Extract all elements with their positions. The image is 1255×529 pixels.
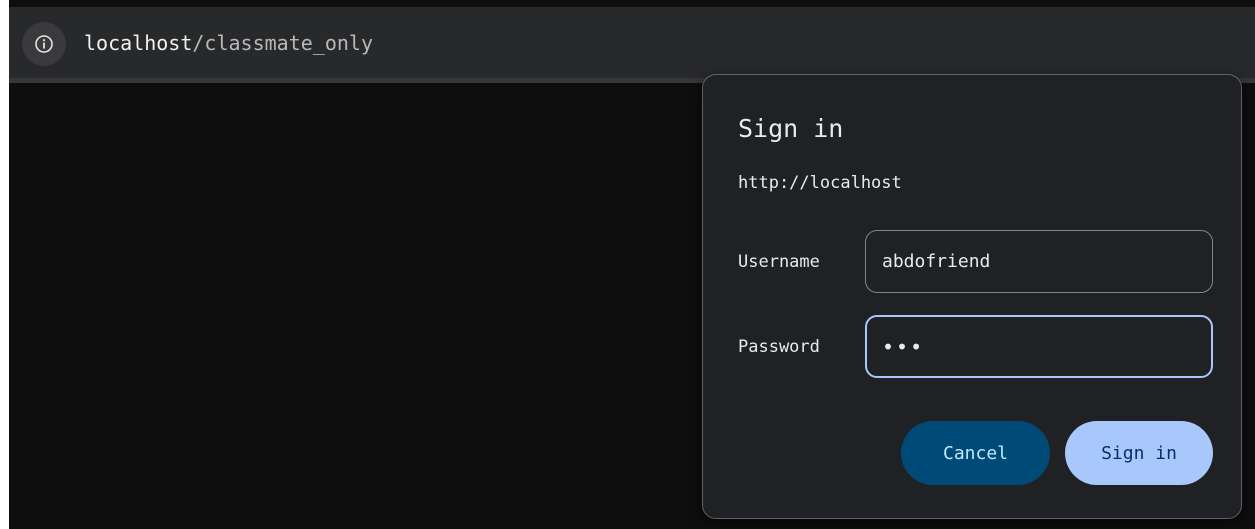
dialog-origin: http://localhost xyxy=(738,173,902,193)
url-host: localhost xyxy=(84,31,193,55)
window-edge xyxy=(0,0,9,529)
password-value: ••• xyxy=(882,334,925,359)
password-label: Password xyxy=(738,337,820,357)
dialog-title: Sign in xyxy=(738,114,844,143)
password-field[interactable]: ••• xyxy=(865,315,1213,378)
username-field[interactable]: abdofriend xyxy=(865,230,1213,293)
url-path: /classmate_only xyxy=(192,31,373,55)
username-value: abdofriend xyxy=(882,251,991,272)
sign-in-button[interactable]: Sign in xyxy=(1065,421,1213,485)
browser-window: localhost/classmate_only Sign in http://… xyxy=(0,0,1255,529)
url-text[interactable]: localhost/classmate_only xyxy=(84,30,373,56)
sign-in-dialog: Sign in http://localhost Username abdofr… xyxy=(702,74,1242,519)
site-info-button[interactable] xyxy=(22,22,66,66)
username-label: Username xyxy=(738,252,820,272)
info-icon xyxy=(35,35,53,53)
cancel-button[interactable]: Cancel xyxy=(901,421,1050,485)
